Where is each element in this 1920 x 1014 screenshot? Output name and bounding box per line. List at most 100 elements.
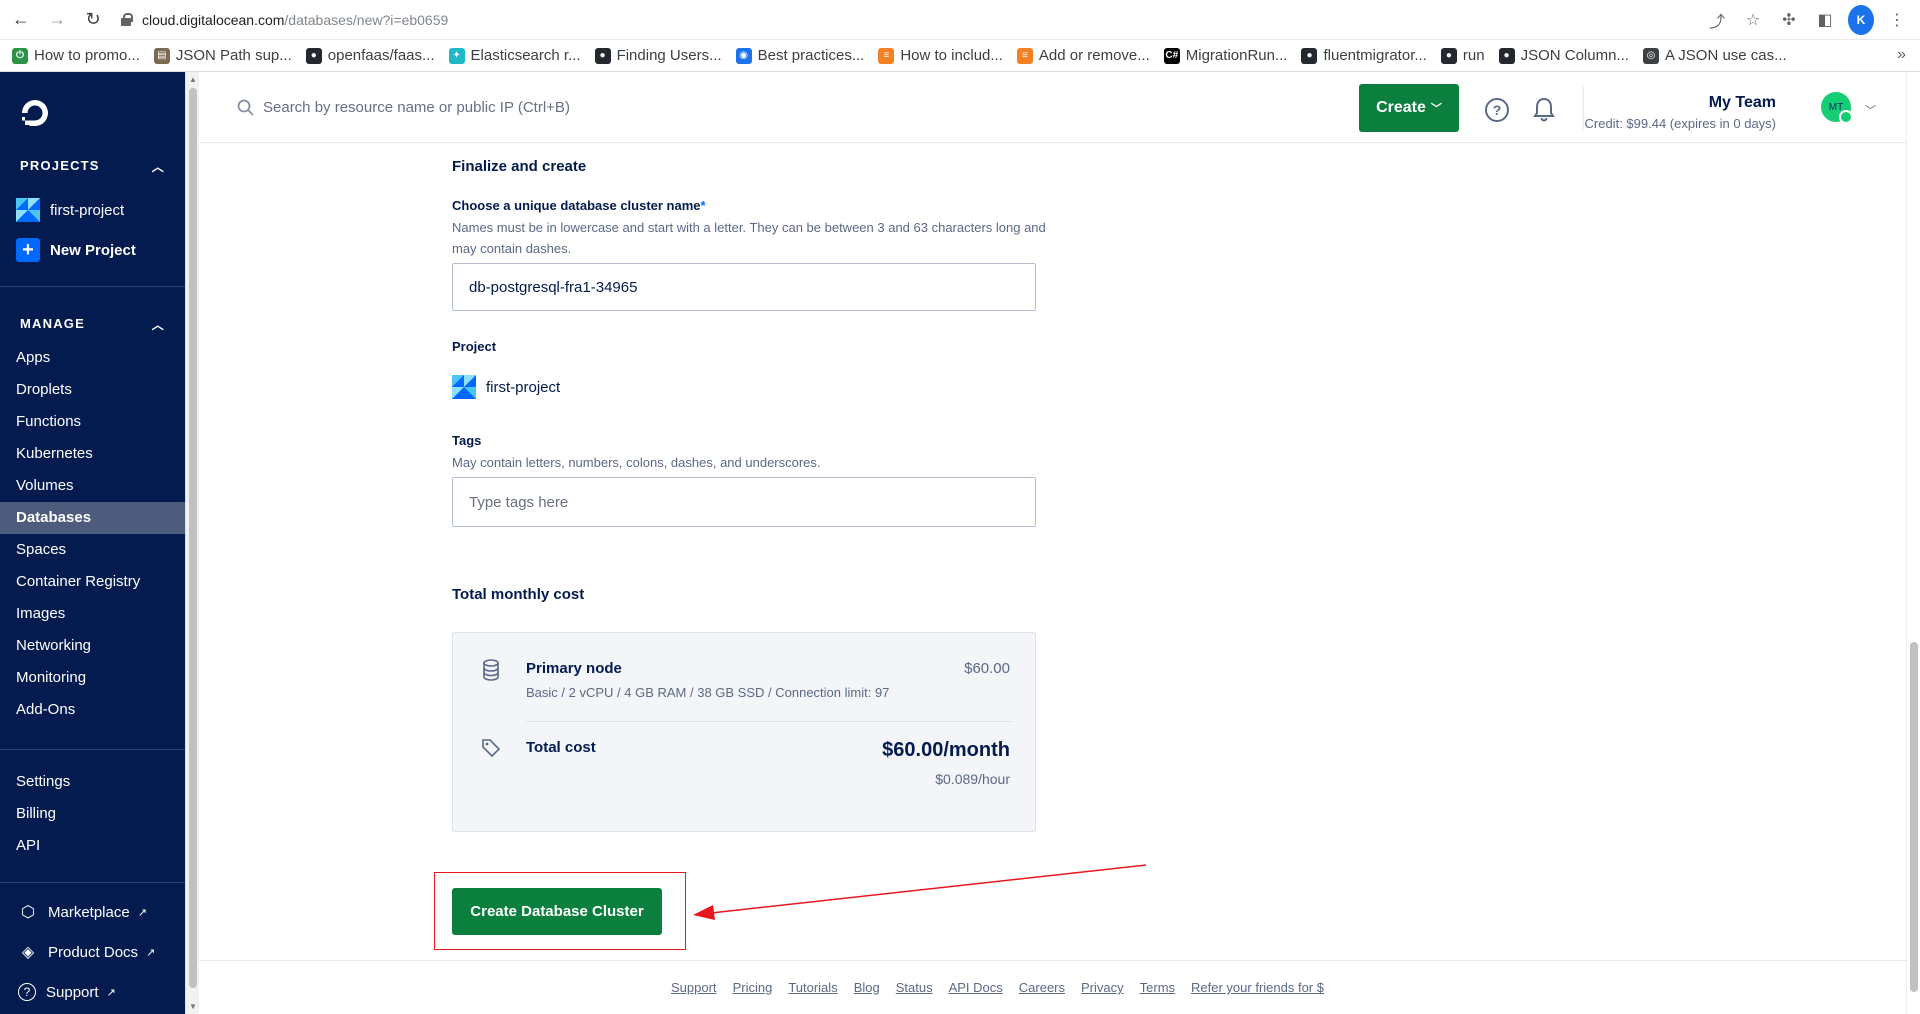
sidebar-link-product-docs[interactable]: ◈ Product Docs ↗ [0, 932, 185, 972]
help-icon[interactable]: ? [1485, 98, 1509, 122]
sidebar-item-monitoring[interactable]: Monitoring [0, 662, 185, 694]
footer-link-tutorials[interactable]: Tutorials [788, 980, 837, 995]
star-icon[interactable]: ☆ [1740, 5, 1766, 35]
bookmark-favicon-icon: C# [1163, 47, 1180, 64]
search-input[interactable] [263, 92, 763, 122]
sidebar-item-container-registry[interactable]: Container Registry [0, 566, 185, 598]
bookmark-favicon-icon: ● [305, 47, 322, 64]
forward-arrow-icon[interactable]: → [42, 5, 72, 35]
question-icon: ? [18, 983, 36, 1001]
bookmark-label: How to promo... [34, 47, 140, 64]
scroll-up-arrow-icon[interactable]: ▲ [189, 75, 197, 84]
scrollbar-thumb[interactable] [189, 88, 197, 988]
primary-node-price: $60.00 [964, 660, 1010, 677]
browser-menu-icon[interactable]: ⋮ [1884, 5, 1910, 35]
bookmark-item[interactable]: ● Finding Users... [594, 47, 722, 64]
bookmark-favicon-icon: ≡ [1016, 47, 1033, 64]
tags-input[interactable] [452, 477, 1036, 527]
footer-link-support[interactable]: Support [671, 980, 717, 995]
sidebar-link-support[interactable]: ? Support ↗ [0, 972, 185, 1012]
footer-link-pricing[interactable]: Pricing [733, 980, 773, 995]
footer-link-status[interactable]: Status [896, 980, 933, 995]
sidebar-item-kubernetes[interactable]: Kubernetes [0, 438, 185, 470]
create-button-label: Create [1376, 99, 1426, 116]
sidebar-project-label: first-project [50, 201, 125, 219]
footer-link-blog[interactable]: Blog [854, 980, 880, 995]
address-bar[interactable]: cloud.digitalocean.com/databases/new?i=e… [108, 4, 1768, 36]
cost-summary: Primary node Basic / 2 vCPU / 4 GB RAM /… [452, 632, 1036, 832]
bookmark-item[interactable]: ● fluentmigrator... [1301, 47, 1427, 64]
manage-heading-label: MANAGE [20, 316, 85, 331]
layers-icon: ◈ [21, 944, 35, 961]
bookmark-item[interactable]: ◎ A JSON use cas... [1642, 47, 1787, 64]
scrollbar-thumb[interactable] [1910, 642, 1918, 992]
cluster-name-input[interactable] [452, 263, 1036, 311]
finalize-heading: Finalize and create [452, 158, 587, 175]
bookmark-item[interactable]: ≡ Add or remove... [1016, 47, 1150, 64]
manage-heading[interactable]: MANAGE ︿ [20, 316, 165, 333]
sidebar-project-first-project[interactable]: first-project [16, 198, 124, 222]
footer-link-careers[interactable]: Careers [1019, 980, 1065, 995]
new-project-button[interactable]: + New Project [16, 238, 136, 262]
top-header: Create ﹀ ? My Team Credit: $99.44 (expir… [199, 72, 1906, 143]
project-selector[interactable]: first-project [452, 375, 560, 399]
bookmark-item[interactable]: C# MigrationRun... [1163, 47, 1287, 64]
external-link-icon: ↗ [137, 906, 147, 919]
bell-icon[interactable] [1532, 96, 1556, 122]
sidebar-item-volumes[interactable]: Volumes [0, 470, 185, 502]
chevron-down-icon[interactable]: ﹀ [1865, 102, 1876, 118]
sidebar-item-databases[interactable]: Databases [0, 502, 185, 534]
sidebar-item-networking[interactable]: Networking [0, 630, 185, 662]
footer-link-refer-your-friends-for[interactable]: Refer your friends for $ [1191, 980, 1324, 995]
bookmark-item[interactable]: ● run [1440, 47, 1485, 64]
projects-heading[interactable]: PROJECTS ︿ [20, 158, 165, 175]
sidebar-item-apps[interactable]: Apps [0, 342, 185, 374]
bookmarks-overflow-icon[interactable]: » [1897, 46, 1906, 64]
bookmark-item[interactable]: ✦ Elasticsearch r... [448, 47, 581, 64]
reload-icon[interactable]: ↻ [78, 5, 108, 35]
sidebar-item-droplets[interactable]: Droplets [0, 374, 185, 406]
sidebar-item-api[interactable]: API [0, 830, 185, 862]
profile-avatar[interactable]: K [1848, 5, 1874, 35]
back-arrow-icon[interactable]: ← [6, 5, 36, 35]
annotation-arrow-icon [693, 864, 1147, 920]
footer-link-api-docs[interactable]: API Docs [949, 980, 1003, 995]
cluster-name-help: Names must be in lowercase and start wit… [452, 220, 1046, 256]
sidebar-item-functions[interactable]: Functions [0, 406, 185, 438]
sidebar-scrollbar[interactable]: ▲ ▼ [185, 72, 199, 1014]
url-host: cloud.digitalocean.com [142, 12, 285, 28]
sidebar-link-marketplace[interactable]: ⬡ Marketplace ↗ [0, 892, 185, 932]
bookmark-favicon-icon: ✦ [448, 47, 465, 64]
sidebar-item-billing[interactable]: Billing [0, 798, 185, 830]
bookmark-favicon-icon: ⏻ [12, 47, 28, 64]
digitalocean-logo-icon[interactable] [18, 96, 52, 130]
bookmark-item[interactable]: ≡ How to includ... [878, 47, 1003, 64]
sidebar-link-label: Support [46, 983, 99, 1001]
team-name[interactable]: My Team [1709, 94, 1776, 112]
side-panel-icon[interactable]: ◧ [1812, 5, 1838, 35]
create-button[interactable]: Create ﹀ [1359, 84, 1459, 132]
bookmark-item[interactable]: ⏻ How to promo... [12, 47, 140, 64]
lock-icon[interactable] [118, 12, 134, 28]
chevron-up-icon[interactable]: ︿ [152, 158, 165, 175]
page-scrollbar[interactable] [1906, 72, 1920, 1014]
bookmark-item[interactable]: ▤ JSON Path sup... [153, 47, 292, 64]
extensions-icon[interactable]: ✣ [1776, 5, 1802, 35]
sidebar-item-images[interactable]: Images [0, 598, 185, 630]
sidebar-item-spaces[interactable]: Spaces [0, 534, 185, 566]
bookmark-label: JSON Column... [1520, 47, 1629, 64]
bookmark-favicon-icon: ◎ [1642, 47, 1659, 64]
bookmark-item[interactable]: ◉ Best practices... [735, 47, 864, 64]
chevron-up-icon[interactable]: ︿ [152, 316, 165, 333]
share-icon[interactable]: ⤴ [1704, 5, 1730, 35]
scroll-down-arrow-icon[interactable]: ▼ [189, 1002, 197, 1011]
bookmark-item[interactable]: ● openfaas/faas... [305, 47, 435, 64]
sidebar-item-settings[interactable]: Settings [0, 766, 185, 798]
create-database-cluster-button[interactable]: Create Database Cluster [452, 888, 662, 935]
database-icon [483, 659, 499, 681]
sidebar-item-add-ons[interactable]: Add-Ons [0, 694, 185, 726]
footer-link-terms[interactable]: Terms [1140, 980, 1175, 995]
bookmark-item[interactable]: ● JSON Column... [1498, 47, 1629, 64]
footer-link-privacy[interactable]: Privacy [1081, 980, 1124, 995]
project-label: Project [452, 339, 497, 354]
